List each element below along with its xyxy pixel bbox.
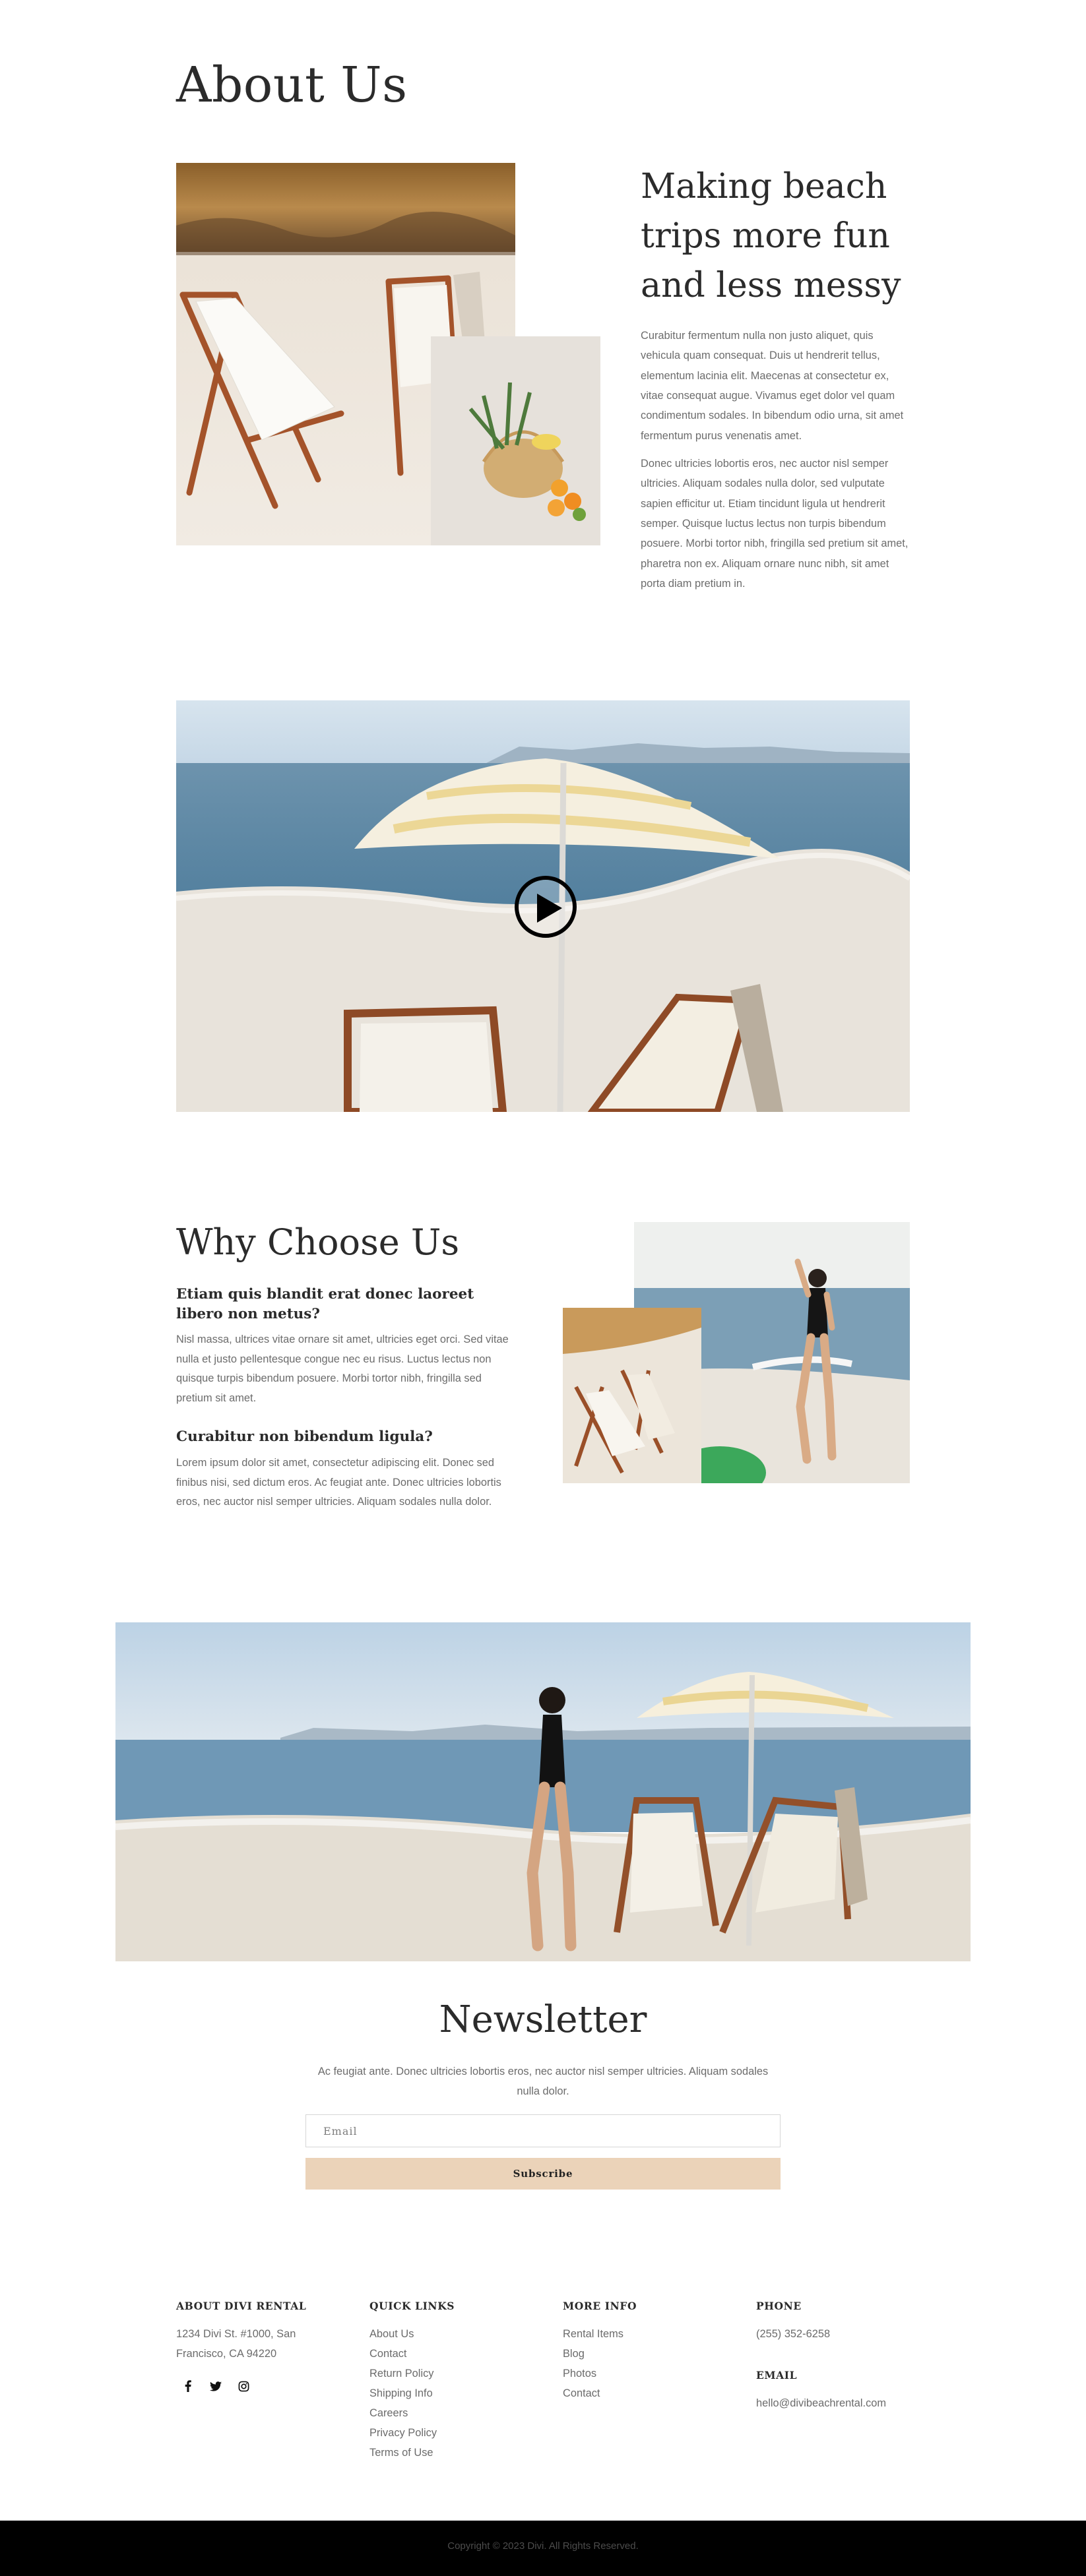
footer-contact-column: PHONE (255) 352-6258 EMAIL hello@divibea… bbox=[756, 2300, 921, 2413]
footer-phone-heading: PHONE bbox=[756, 2300, 802, 2312]
beach-banner-photo bbox=[115, 1622, 971, 1961]
footer-link-photos[interactable]: Photos bbox=[563, 2364, 728, 2383]
picnic-basket-photo bbox=[431, 336, 600, 545]
why-answer-1: Nisl massa, ultrices vitae ornare sit am… bbox=[176, 1334, 509, 1404]
newsletter-title: Newsletter bbox=[439, 1998, 647, 2041]
instagram-icon[interactable] bbox=[237, 2379, 250, 2393]
footer-email-heading: EMAIL bbox=[756, 2369, 798, 2381]
footer-email[interactable]: hello@divibeachrental.com bbox=[756, 2393, 921, 2413]
footer-phone-number: (255) 352-6258 bbox=[756, 2328, 831, 2340]
footer-link-blog[interactable]: Blog bbox=[563, 2344, 728, 2364]
footer-about-heading: ABOUT DIVI RENTAL bbox=[176, 2300, 307, 2312]
about-heading: Making beach trips more fun and less mes… bbox=[641, 167, 901, 305]
why-title: Why Choose Us bbox=[176, 1221, 460, 1263]
footer-link-privacy-policy[interactable]: Privacy Policy bbox=[369, 2423, 534, 2443]
why-question-1: Etiam quis blandit erat donec laoreet li… bbox=[176, 1286, 474, 1323]
footer-link-rental-items[interactable]: Rental Items bbox=[563, 2324, 728, 2344]
footer-link-terms-of-use[interactable]: Terms of Use bbox=[369, 2443, 534, 2463]
footer-more-info-heading: MORE INFO bbox=[563, 2300, 637, 2312]
play-button[interactable] bbox=[515, 876, 577, 938]
footer-address-line-2: Francisco, CA 94220 bbox=[176, 2348, 277, 2360]
footer-quick-links-column: QUICK LINKS About Us Contact Return Poli… bbox=[369, 2300, 534, 2463]
subscribe-button[interactable]: Subscribe bbox=[305, 2158, 781, 2190]
beach-chairs-cliff-photo bbox=[563, 1308, 701, 1483]
footer-link-about-us[interactable]: About Us bbox=[369, 2324, 534, 2344]
email-field[interactable] bbox=[305, 2114, 781, 2147]
footer-address-line-1: 1234 Divi St. #1000, San bbox=[176, 2328, 296, 2340]
footer-more-info-column: MORE INFO Rental Items Blog Photos Conta… bbox=[563, 2300, 728, 2403]
play-icon bbox=[537, 894, 562, 923]
about-paragraph-1: Curabitur fermentum nulla non justo aliq… bbox=[641, 330, 904, 442]
footer-link-contact[interactable]: Contact bbox=[369, 2344, 534, 2364]
copyright-text: Copyright © 2023 Divi. All Rights Reserv… bbox=[447, 2540, 639, 2552]
footer-link-contact-info[interactable]: Contact bbox=[563, 2383, 728, 2403]
footer-about-column: ABOUT DIVI RENTAL 1234 Divi St. #1000, S… bbox=[176, 2300, 341, 2393]
footer-link-careers[interactable]: Careers bbox=[369, 2403, 534, 2423]
footer-quick-links-heading: QUICK LINKS bbox=[369, 2300, 455, 2312]
newsletter-text: Ac feugiat ante. Donec ultricies loborti… bbox=[317, 2066, 769, 2098]
twitter-icon[interactable] bbox=[209, 2379, 222, 2393]
why-answer-2: Lorem ipsum dolor sit amet, consectetur … bbox=[176, 1457, 501, 1508]
about-title: About Us bbox=[176, 57, 408, 113]
social-links bbox=[176, 2379, 341, 2393]
footer-link-return-policy[interactable]: Return Policy bbox=[369, 2364, 534, 2383]
facebook-icon[interactable] bbox=[181, 2379, 195, 2393]
about-paragraph-2: Donec ultricies lobortis eros, nec aucto… bbox=[641, 458, 909, 590]
why-question-2: Curabitur non bibendum ligula? bbox=[176, 1428, 433, 1445]
footer-link-shipping-info[interactable]: Shipping Info bbox=[369, 2383, 534, 2403]
